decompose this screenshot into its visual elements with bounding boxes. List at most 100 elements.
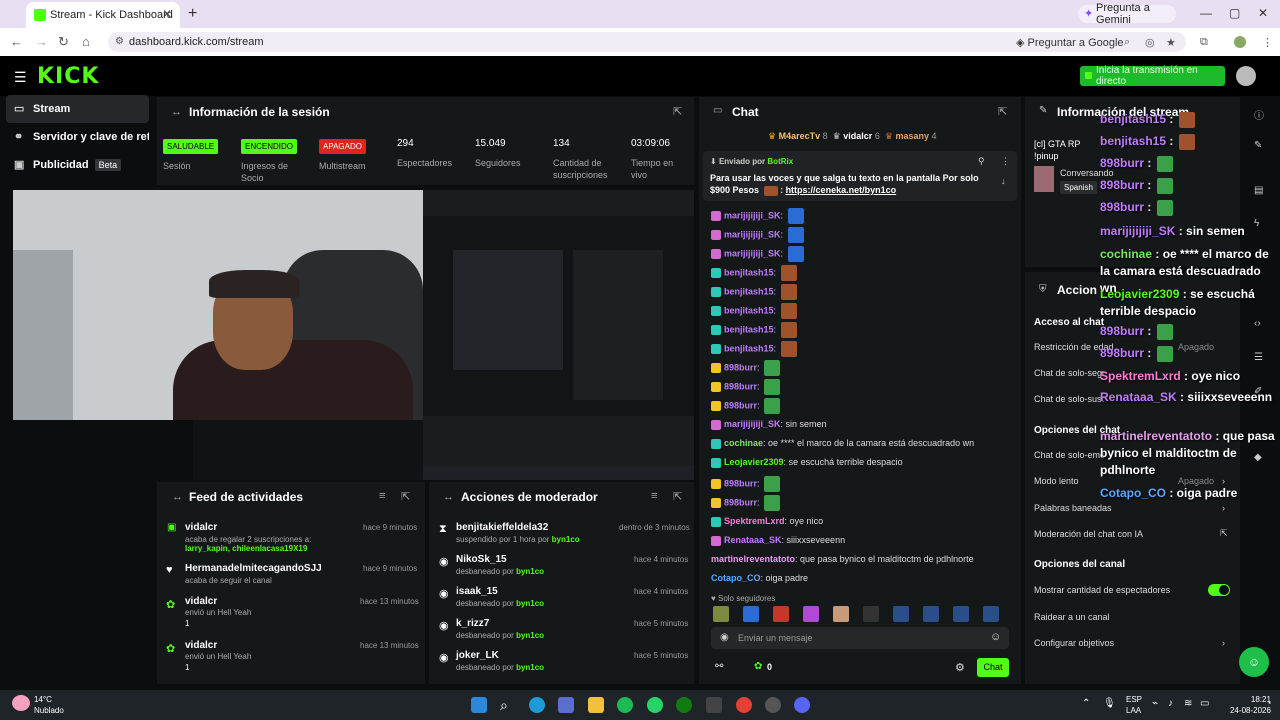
chat-user[interactable]: 898burr (724, 381, 757, 391)
expand-icon[interactable]: ↓ (1001, 176, 1006, 186)
edge-icon[interactable] (529, 697, 545, 713)
chat-user[interactable]: cochinae (724, 438, 763, 448)
pin-icon[interactable]: ⚲ (978, 156, 985, 167)
popout-icon[interactable]: ⇱ (673, 490, 682, 503)
sidebar-item-ads[interactable]: ▣ Publicidad Beta (6, 151, 149, 179)
go-live-button[interactable]: Inicia la transmisión en directo (1080, 65, 1225, 87)
zoom-icon[interactable]: ⌕ (1124, 36, 1130, 49)
gifter-name[interactable]: M4arecTv (779, 131, 821, 141)
network-icon[interactable]: ⌁ (1152, 698, 1158, 709)
chat-user[interactable]: marijijijiji_SK (724, 210, 781, 220)
info-icon[interactable]: ⓘ (1254, 107, 1264, 122)
browser-tab[interactable]: Stream - Kick Dashboard ✕ (26, 2, 180, 28)
emote-icon[interactable] (983, 606, 999, 622)
forward-icon[interactable]: → (35, 34, 48, 49)
whatsapp-icon[interactable] (647, 697, 663, 713)
maximize-icon[interactable]: ▢ (1229, 6, 1240, 20)
emote-icon[interactable] (923, 606, 939, 622)
show-viewers-toggle[interactable] (1208, 584, 1230, 596)
layout-icon[interactable]: ▤ (1254, 185, 1263, 196)
windows-start-icon[interactable] (471, 697, 487, 713)
chat-user[interactable]: marijijijiji_SK (724, 419, 781, 429)
help-chat-button[interactable]: ☺ (1239, 647, 1269, 677)
menu-kebab-icon[interactable]: ⋮ (1262, 36, 1273, 49)
edit-icon[interactable]: ✎ (1254, 140, 1262, 151)
chat-user[interactable]: marijijijiji_SK (724, 248, 781, 258)
filter-icon[interactable]: ≡ (379, 490, 385, 502)
chat-user[interactable]: benjitash15 (724, 286, 774, 296)
emote-icon[interactable] (743, 606, 759, 622)
sidebar-item-server[interactable]: ⚭ Servidor y clave de retran (6, 123, 149, 151)
popout-icon[interactable]: ⇱ (401, 490, 410, 503)
popout-icon[interactable]: ⇱ (673, 105, 682, 118)
chrome-icon[interactable] (736, 697, 752, 713)
emote-icon[interactable] (893, 606, 909, 622)
popout-icon[interactable]: ⇱ (998, 105, 1007, 118)
ask-google-button[interactable]: ◈ Preguntar a Google (1016, 36, 1124, 49)
emote-bar[interactable] (711, 606, 1011, 624)
site-info-icon[interactable]: ⚙ (115, 32, 124, 52)
file-explorer-icon[interactable] (588, 697, 604, 713)
emote-icon[interactable] (863, 606, 879, 622)
chat-messages[interactable]: marijijijiji_SK: marijijijiji_SK: mariji… (703, 204, 1021, 594)
chat-user[interactable]: martinelreventatoto (711, 554, 795, 564)
sidebar-item-stream[interactable]: ▭ Stream (6, 95, 149, 123)
gemini-button[interactable]: ✦ Pregunta a Gemini (1078, 2, 1176, 26)
discord-icon[interactable] (794, 697, 810, 713)
banned-words-row[interactable]: Palabras baneadas (1034, 503, 1112, 513)
chat-user[interactable]: Leojavier2309 (724, 457, 784, 467)
chat-user[interactable]: benjitash15 (724, 324, 774, 334)
bookmark-star-icon[interactable]: ★ (1166, 36, 1176, 49)
battery-icon[interactable]: ▭ (1200, 698, 1209, 709)
wifi-icon[interactable]: ≋ (1184, 698, 1192, 709)
eye-off-icon[interactable]: ◎ (1145, 36, 1155, 49)
obs-icon[interactable] (765, 697, 781, 713)
send-chat-button[interactable]: Chat (977, 658, 1009, 677)
mic-icon[interactable]: 🎙 (1103, 698, 1116, 709)
back-icon[interactable]: ← (10, 34, 23, 49)
emote-icon[interactable] (803, 606, 819, 622)
hamburger-menu-icon[interactable]: ☰ (14, 69, 27, 86)
more-options-icon[interactable]: ⋮ (1001, 156, 1010, 167)
minimize-icon[interactable]: — (1200, 6, 1212, 20)
chat-user[interactable]: marijijijiji_SK (724, 229, 781, 239)
notifications-icon[interactable]: ◔ (1266, 698, 1271, 708)
new-tab-icon[interactable]: + (188, 5, 197, 23)
chat-user[interactable]: 898burr (724, 478, 757, 488)
chat-user[interactable]: SpektremLxrd (724, 516, 785, 526)
gear-icon[interactable]: ⚙ (955, 661, 965, 674)
profile-avatar[interactable] (1234, 36, 1246, 48)
weather-widget[interactable]: 14°C Nublado (34, 694, 64, 716)
chat-user[interactable]: benjitash15 (724, 267, 774, 277)
volume-icon[interactable]: ♪ (1168, 698, 1173, 709)
extensions-icon[interactable]: ⧉ (1200, 36, 1208, 49)
pinned-by-user[interactable]: BotRix (767, 157, 793, 166)
chat-settings-link-icon[interactable]: ⚯ (715, 661, 723, 672)
external-link-icon[interactable]: ⇱ (1220, 528, 1228, 539)
clock[interactable]: 18:21 24-08-2026 (1230, 694, 1271, 716)
followers-only-row[interactable]: Chat de solo-seguidores (1034, 368, 1104, 378)
language-indicator[interactable]: ESP LAA (1126, 694, 1142, 716)
emote-only-row[interactable]: Chat de solo-emotes (1034, 450, 1104, 460)
chat-user[interactable]: Cotapo_CO (711, 573, 761, 583)
chat-user[interactable]: 898burr (724, 400, 757, 410)
reload-icon[interactable]: ↻ (58, 34, 69, 50)
chat-user[interactable]: 898burr (724, 362, 757, 372)
weather-icon[interactable] (12, 695, 30, 711)
chat-user[interactable]: benjitash15 (724, 343, 774, 353)
search-icon[interactable]: ⌕ (500, 697, 516, 713)
gifter-name[interactable]: masany (895, 131, 929, 141)
gifter-name[interactable]: vidalcr (843, 131, 872, 141)
close-tab-icon[interactable]: ✕ (162, 7, 172, 21)
user-avatar[interactable] (1236, 66, 1256, 86)
chat-user[interactable]: Renataaa_SK (724, 535, 782, 545)
home-icon[interactable]: ⌂ (82, 34, 90, 49)
xbox-icon[interactable] (676, 697, 692, 713)
capture-icon[interactable] (706, 697, 722, 713)
ai-moderation-row[interactable]: Moderación del chat con IA (1034, 529, 1143, 539)
chat-input[interactable]: ◉ Enviar un mensaje ☺ (711, 627, 1009, 649)
spotify-icon[interactable] (617, 697, 633, 713)
kick-logo[interactable]: KICK (37, 64, 99, 89)
pinned-link[interactable]: https://ceneka.net/byn1co (786, 185, 897, 195)
emote-icon[interactable] (833, 606, 849, 622)
